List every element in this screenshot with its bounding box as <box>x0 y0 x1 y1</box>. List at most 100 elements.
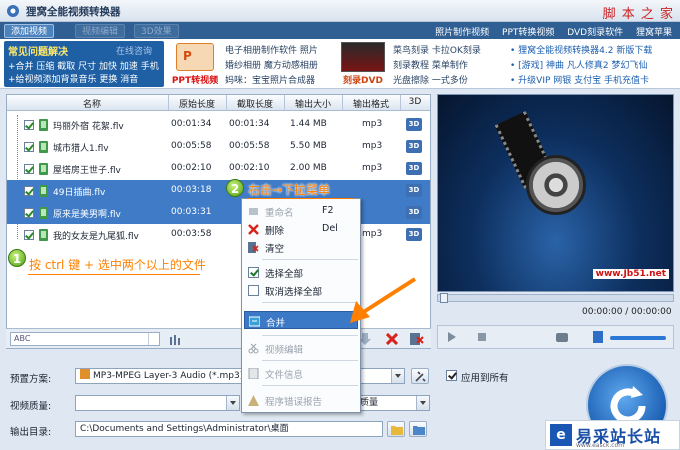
3d-toggle-icon[interactable]: 3D <box>406 206 422 219</box>
cell-name: 玛丽外宿 花絮.flv <box>53 122 124 132</box>
tab-3d-effect[interactable]: 3D效果 <box>134 24 179 38</box>
delete-icon <box>248 224 259 235</box>
cell-name: 49日插曲.flv <box>53 188 106 198</box>
tools-icon <box>415 371 426 382</box>
faq-online-link[interactable]: 在线咨询 <box>116 44 152 57</box>
volume-slider[interactable] <box>610 336 666 340</box>
clear-list-icon[interactable] <box>410 333 424 345</box>
table-row[interactable]: 屋塔房王世子.flv 00:02:10 00:02:10 2.00 MB mp3… <box>7 158 430 180</box>
volume-icon[interactable] <box>593 331 603 343</box>
link-liwo-apple[interactable]: 狸窝苹果 <box>636 28 672 38</box>
faq-line-2[interactable]: +给视频添加背景音乐 更换 消音 <box>8 72 138 85</box>
cell-orig: 00:03:18 <box>171 185 212 195</box>
ad-banner: 常见问题解决 在线咨询 +合并 压缩 截取 尺寸 加快 加速 手机 +给视频添加… <box>0 39 680 89</box>
browse-folder-button[interactable] <box>387 421 405 437</box>
3d-toggle-icon[interactable]: 3D <box>406 162 422 175</box>
step-1-badge: 1 <box>8 249 26 267</box>
seek-bar[interactable] <box>437 293 674 303</box>
col-header-format[interactable]: 输出格式 <box>343 97 399 110</box>
table-row-selected[interactable]: 49日插曲.flv 00:03:18 3D <box>7 180 430 202</box>
col-header-name[interactable]: 名称 <box>67 97 117 110</box>
table-row-selected[interactable]: 原来是美男啊.flv 00:03:31 3D <box>7 202 430 224</box>
clear-list-icon <box>248 242 259 253</box>
video-quality-select[interactable] <box>75 395 240 411</box>
row-checkbox[interactable] <box>24 230 34 240</box>
menu-item-delete[interactable]: 删除 Del <box>244 220 358 238</box>
cell-format: mp3 <box>362 163 383 173</box>
faq-line-1[interactable]: +合并 压缩 截取 尺寸 加快 加速 手机 <box>8 59 159 72</box>
cell-size: 2.00 MB <box>290 163 327 173</box>
delete-icon[interactable] <box>386 333 398 345</box>
link-photo-video[interactable]: 照片制作视频 <box>435 28 489 38</box>
col-header-orig[interactable]: 原始长度 <box>169 97 225 110</box>
window-title: 狸窝全能视频转换器 <box>26 6 121 18</box>
ppt-to-video-link[interactable]: P PPT转视频 <box>170 43 220 86</box>
ad-album-3[interactable]: 妈咪：宝宝照片合成器 <box>225 73 315 86</box>
preset-settings-button[interactable] <box>411 368 429 384</box>
ad-burn-3[interactable]: 光盘擦除 一式多份 <box>393 73 468 86</box>
row-checkbox[interactable] <box>24 142 34 152</box>
ad-album-2[interactable]: 婚纱相册 魔方动感相册 <box>225 58 318 71</box>
faq-box: 常见问题解决 在线咨询 +合并 压缩 截取 尺寸 加快 加速 手机 +给视频添加… <box>4 41 164 87</box>
abc-label: ABC <box>14 334 31 343</box>
cell-cut: 00:02:10 <box>229 163 270 173</box>
ad-news-3[interactable]: • 升级VIP 网银 支付宝 手机充值卡 <box>510 73 649 86</box>
row-checkbox[interactable] <box>24 164 34 174</box>
ad-news-1[interactable]: • 狸窝全能视频转换器4.2 新版下载 <box>510 43 652 56</box>
file-icon <box>39 207 48 219</box>
3d-toggle-icon[interactable]: 3D <box>406 118 422 131</box>
seek-handle[interactable] <box>440 293 448 303</box>
ad-burn-1[interactable]: 菜鸟刻录 卡拉OK刻录 <box>393 43 481 56</box>
open-folder-button[interactable] <box>409 421 427 437</box>
brand-logo-icon: e <box>550 424 572 446</box>
row-checkbox[interactable] <box>24 120 34 130</box>
file-icon <box>39 229 48 241</box>
3d-toggle-icon[interactable]: 3D <box>406 228 422 241</box>
cell-format: mp3 <box>362 141 383 151</box>
file-icon <box>39 119 48 131</box>
table-row[interactable]: 城市猎人1.flv 00:05:58 00:05:58 5.50 MB mp3 … <box>7 136 430 158</box>
col-header-3d[interactable]: 3D <box>401 97 429 107</box>
audio-quality-select[interactable]: 质量 <box>355 395 430 411</box>
col-header-size[interactable]: 输出大小 <box>285 97 341 110</box>
menu-item-file-info[interactable]: 文件信息 <box>244 364 358 382</box>
menu-item-video-edit[interactable]: 视频编辑 <box>244 339 358 357</box>
subtitle-combo[interactable]: ABC <box>10 332 160 346</box>
menu-item-clear[interactable]: 清空 <box>244 238 358 256</box>
dvd-burn-link[interactable]: 刻录DVD <box>341 42 385 86</box>
row-checkbox[interactable] <box>24 208 34 218</box>
menu-item-error-report[interactable]: 程序错误报告 <box>244 391 358 409</box>
cell-cut: 00:01:34 <box>229 119 270 129</box>
link-ppt-video[interactable]: PPT转换视频 <box>502 28 554 38</box>
audio-track-icon[interactable] <box>169 333 183 345</box>
menu-item-rename[interactable]: 重命名 F2 <box>244 202 358 220</box>
output-dir-field[interactable]: C:\Documents and Settings\Administrator\… <box>75 421 383 437</box>
dvd-caption: 刻录DVD <box>343 76 383 86</box>
apply-all-checkbox[interactable] <box>446 370 457 381</box>
col-header-cut[interactable]: 截取长度 <box>227 97 283 110</box>
3d-toggle-icon[interactable]: 3D <box>406 184 422 197</box>
step-2-annotation: 右击→下拉菜单 <box>248 183 331 197</box>
table-row[interactable]: 玛丽外宿 花絮.flv 00:01:34 00:01:34 1.44 MB mp… <box>7 114 430 136</box>
play-icon[interactable] <box>448 332 456 342</box>
chevron-down-icon <box>391 369 404 383</box>
tab-add-video[interactable]: 添加视频 <box>4 24 55 38</box>
snapshot-icon[interactable] <box>556 333 568 342</box>
table-header: 名称 原始长度 截取长度 输出大小 输出格式 3D <box>7 95 430 111</box>
audio-format-icon <box>80 369 90 379</box>
file-info-icon <box>248 368 259 379</box>
ad-album-1[interactable]: 电子相册制作软件 照片 <box>225 43 318 56</box>
table-row[interactable]: 我的女友是九尾狐.flv 00:03:58 mp3 3D <box>7 224 430 246</box>
tab-video-edit[interactable]: 视频编辑 <box>75 24 126 38</box>
3d-toggle-icon[interactable]: 3D <box>406 140 422 153</box>
ad-burn-2[interactable]: 刻录教程 菜单制作 <box>393 58 468 71</box>
link-dvd-burn[interactable]: DVD刻录软件 <box>567 28 623 38</box>
row-checkbox[interactable] <box>24 186 34 196</box>
output-dir-label: 输出目录: <box>10 427 52 438</box>
stop-icon[interactable] <box>478 333 486 341</box>
cell-orig: 00:03:58 <box>171 229 212 239</box>
ad-news-2[interactable]: • [游戏] 神曲 凡人修真2 梦幻飞仙 <box>510 58 648 71</box>
quality-label: 视频质量: <box>10 401 52 412</box>
timecode: 00:00:00 / 00:00:00 <box>582 307 672 317</box>
preset-label: 预置方案: <box>10 374 52 385</box>
